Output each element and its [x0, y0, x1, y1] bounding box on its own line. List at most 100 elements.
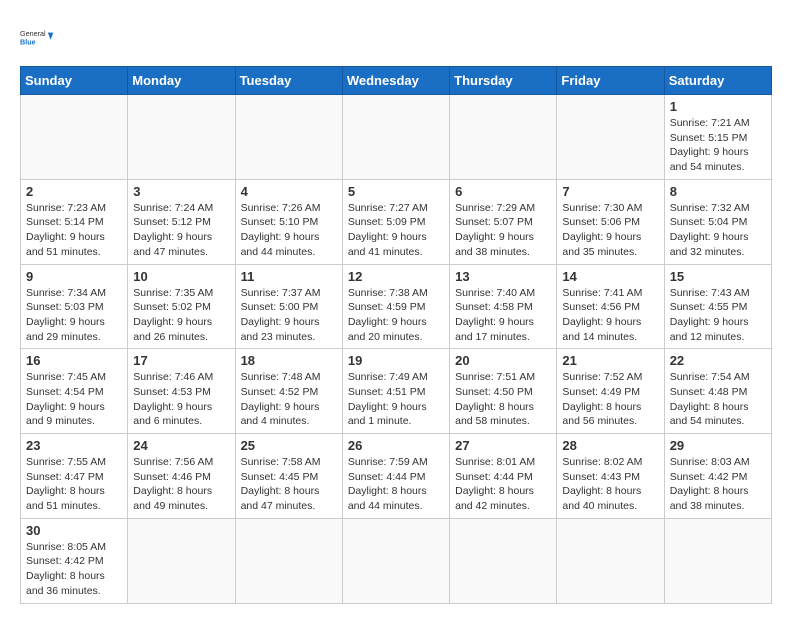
calendar-cell — [128, 518, 235, 603]
calendar-cell: 17 Sunrise: 7:46 AM Sunset: 4:53 PM Dayli… — [128, 349, 235, 434]
day-number: 25 — [241, 438, 337, 453]
calendar-cell: 19 Sunrise: 7:49 AM Sunset: 4:51 PM Dayli… — [342, 349, 449, 434]
calendar-header-row: SundayMondayTuesdayWednesdayThursdayFrid… — [21, 67, 772, 95]
calendar-cell: 2 Sunrise: 7:23 AM Sunset: 5:14 PM Daylig… — [21, 179, 128, 264]
logo: GeneralBlue — [20, 20, 56, 56]
calendar-cell: 24 Sunrise: 7:56 AM Sunset: 4:46 PM Dayli… — [128, 434, 235, 519]
day-info: Sunrise: 8:03 AM Sunset: 4:42 PM Dayligh… — [670, 455, 766, 514]
day-info: Sunrise: 8:05 AM Sunset: 4:42 PM Dayligh… — [26, 540, 122, 599]
day-info: Sunrise: 7:59 AM Sunset: 4:44 PM Dayligh… — [348, 455, 444, 514]
day-number: 16 — [26, 353, 122, 368]
day-number: 17 — [133, 353, 229, 368]
day-info: Sunrise: 7:48 AM Sunset: 4:52 PM Dayligh… — [241, 370, 337, 429]
day-number: 2 — [26, 184, 122, 199]
day-info: Sunrise: 7:24 AM Sunset: 5:12 PM Dayligh… — [133, 201, 229, 260]
day-info: Sunrise: 7:54 AM Sunset: 4:48 PM Dayligh… — [670, 370, 766, 429]
day-info: Sunrise: 7:32 AM Sunset: 5:04 PM Dayligh… — [670, 201, 766, 260]
day-info: Sunrise: 7:29 AM Sunset: 5:07 PM Dayligh… — [455, 201, 551, 260]
day-number: 4 — [241, 184, 337, 199]
day-info: Sunrise: 7:30 AM Sunset: 5:06 PM Dayligh… — [562, 201, 658, 260]
calendar-table: SundayMondayTuesdayWednesdayThursdayFrid… — [20, 66, 772, 604]
day-number: 11 — [241, 269, 337, 284]
calendar-cell: 15 Sunrise: 7:43 AM Sunset: 4:55 PM Dayli… — [664, 264, 771, 349]
day-info: Sunrise: 7:40 AM Sunset: 4:58 PM Dayligh… — [455, 286, 551, 345]
calendar-cell: 5 Sunrise: 7:27 AM Sunset: 5:09 PM Daylig… — [342, 179, 449, 264]
calendar-cell: 4 Sunrise: 7:26 AM Sunset: 5:10 PM Daylig… — [235, 179, 342, 264]
day-info: Sunrise: 7:26 AM Sunset: 5:10 PM Dayligh… — [241, 201, 337, 260]
calendar-cell — [235, 95, 342, 180]
day-info: Sunrise: 7:58 AM Sunset: 4:45 PM Dayligh… — [241, 455, 337, 514]
day-number: 5 — [348, 184, 444, 199]
calendar-cell: 22 Sunrise: 7:54 AM Sunset: 4:48 PM Dayli… — [664, 349, 771, 434]
day-header-monday: Monday — [128, 67, 235, 95]
calendar-week-4: 16 Sunrise: 7:45 AM Sunset: 4:54 PM Dayli… — [21, 349, 772, 434]
day-info: Sunrise: 7:55 AM Sunset: 4:47 PM Dayligh… — [26, 455, 122, 514]
day-number: 18 — [241, 353, 337, 368]
calendar-week-2: 2 Sunrise: 7:23 AM Sunset: 5:14 PM Daylig… — [21, 179, 772, 264]
calendar-cell — [342, 95, 449, 180]
day-info: Sunrise: 7:34 AM Sunset: 5:03 PM Dayligh… — [26, 286, 122, 345]
day-info: Sunrise: 7:52 AM Sunset: 4:49 PM Dayligh… — [562, 370, 658, 429]
calendar-week-3: 9 Sunrise: 7:34 AM Sunset: 5:03 PM Daylig… — [21, 264, 772, 349]
calendar-cell: 8 Sunrise: 7:32 AM Sunset: 5:04 PM Daylig… — [664, 179, 771, 264]
calendar-cell — [450, 95, 557, 180]
day-info: Sunrise: 8:01 AM Sunset: 4:44 PM Dayligh… — [455, 455, 551, 514]
calendar-cell — [664, 518, 771, 603]
day-header-thursday: Thursday — [450, 67, 557, 95]
calendar-cell: 7 Sunrise: 7:30 AM Sunset: 5:06 PM Daylig… — [557, 179, 664, 264]
day-info: Sunrise: 7:35 AM Sunset: 5:02 PM Dayligh… — [133, 286, 229, 345]
day-info: Sunrise: 7:56 AM Sunset: 4:46 PM Dayligh… — [133, 455, 229, 514]
day-header-friday: Friday — [557, 67, 664, 95]
day-number: 10 — [133, 269, 229, 284]
calendar-cell — [235, 518, 342, 603]
calendar-cell — [342, 518, 449, 603]
day-number: 29 — [670, 438, 766, 453]
day-info: Sunrise: 7:49 AM Sunset: 4:51 PM Dayligh… — [348, 370, 444, 429]
day-number: 19 — [348, 353, 444, 368]
calendar-cell: 21Sunrise: 7:52 AM Sunset: 4:49 PM Dayli… — [557, 349, 664, 434]
calendar-cell: 23Sunrise: 7:55 AM Sunset: 4:47 PM Dayli… — [21, 434, 128, 519]
day-info: Sunrise: 7:27 AM Sunset: 5:09 PM Dayligh… — [348, 201, 444, 260]
calendar-cell: 6 Sunrise: 7:29 AM Sunset: 5:07 PM Daylig… — [450, 179, 557, 264]
day-info: Sunrise: 7:45 AM Sunset: 4:54 PM Dayligh… — [26, 370, 122, 429]
day-number: 15 — [670, 269, 766, 284]
day-number: 12 — [348, 269, 444, 284]
day-header-saturday: Saturday — [664, 67, 771, 95]
day-header-wednesday: Wednesday — [342, 67, 449, 95]
day-number: 20 — [455, 353, 551, 368]
day-number: 14 — [562, 269, 658, 284]
calendar-cell: 26 Sunrise: 7:59 AM Sunset: 4:44 PM Dayli… — [342, 434, 449, 519]
day-number: 30 — [26, 523, 122, 538]
day-number: 7 — [562, 184, 658, 199]
day-number: 6 — [455, 184, 551, 199]
calendar-cell — [557, 95, 664, 180]
day-info: Sunrise: 7:46 AM Sunset: 4:53 PM Dayligh… — [133, 370, 229, 429]
day-number: 24 — [133, 438, 229, 453]
calendar-week-5: 23Sunrise: 7:55 AM Sunset: 4:47 PM Dayli… — [21, 434, 772, 519]
calendar-cell: 18 Sunrise: 7:48 AM Sunset: 4:52 PM Dayli… — [235, 349, 342, 434]
day-number: 26 — [348, 438, 444, 453]
calendar-cell: 12Sunrise: 7:38 AM Sunset: 4:59 PM Dayli… — [342, 264, 449, 349]
calendar-cell: 13 Sunrise: 7:40 AM Sunset: 4:58 PM Dayli… — [450, 264, 557, 349]
calendar-cell — [128, 95, 235, 180]
day-number: 8 — [670, 184, 766, 199]
day-number: 28 — [562, 438, 658, 453]
day-number: 13 — [455, 269, 551, 284]
calendar-cell: 10 Sunrise: 7:35 AM Sunset: 5:02 PM Dayli… — [128, 264, 235, 349]
day-number: 22 — [670, 353, 766, 368]
calendar-cell — [557, 518, 664, 603]
calendar-cell — [21, 95, 128, 180]
calendar-cell — [450, 518, 557, 603]
calendar-cell: 11 Sunrise: 7:37 AM Sunset: 5:00 PM Dayli… — [235, 264, 342, 349]
calendar-week-6: 30 Sunrise: 8:05 AM Sunset: 4:42 PM Dayli… — [21, 518, 772, 603]
day-number: 3 — [133, 184, 229, 199]
calendar-cell: 1Sunrise: 7:21 AM Sunset: 5:15 PM Daylig… — [664, 95, 771, 180]
day-info: Sunrise: 7:43 AM Sunset: 4:55 PM Dayligh… — [670, 286, 766, 345]
day-info: Sunrise: 7:37 AM Sunset: 5:00 PM Dayligh… — [241, 286, 337, 345]
calendar-cell: 25 Sunrise: 7:58 AM Sunset: 4:45 PM Dayli… — [235, 434, 342, 519]
calendar-cell: 27 Sunrise: 8:01 AM Sunset: 4:44 PM Dayli… — [450, 434, 557, 519]
day-info: Sunrise: 7:23 AM Sunset: 5:14 PM Dayligh… — [26, 201, 122, 260]
day-number: 27 — [455, 438, 551, 453]
day-number: 9 — [26, 269, 122, 284]
page-header: GeneralBlue — [20, 20, 772, 56]
